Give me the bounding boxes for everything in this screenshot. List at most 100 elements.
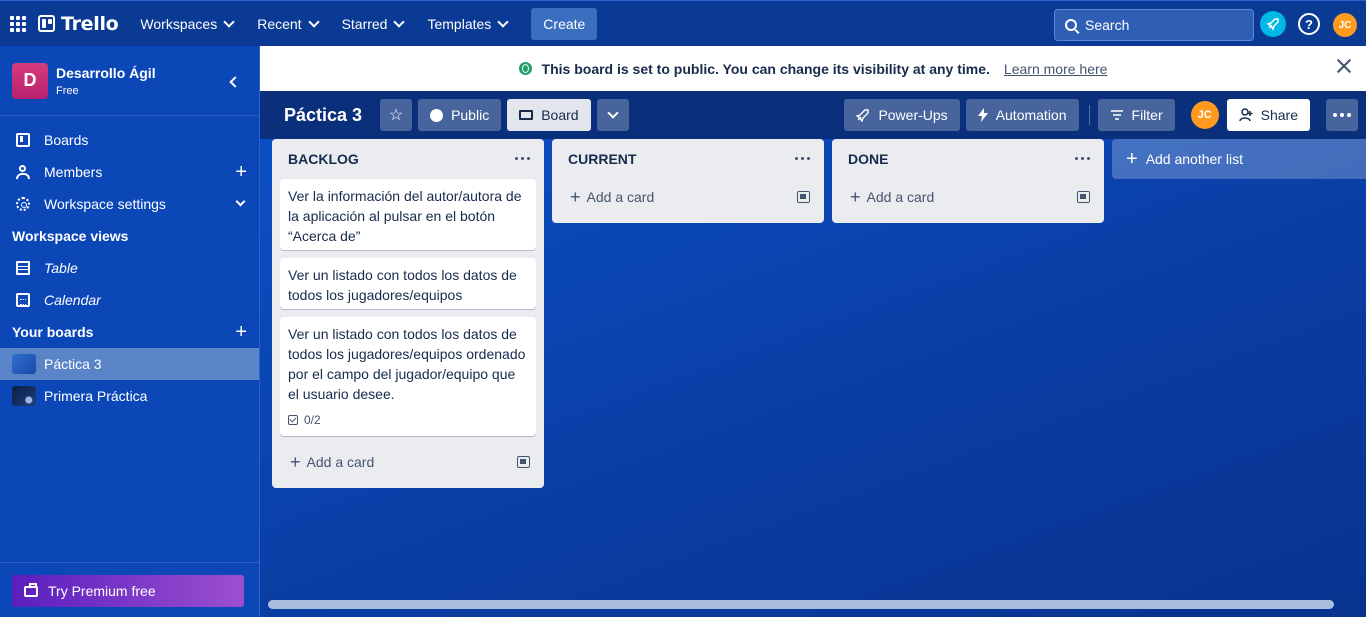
sidebar-item-workspace-settings[interactable]: Workspace settings: [0, 188, 259, 220]
add-card-button[interactable]: + Add a card: [280, 444, 536, 480]
list-actions-icon[interactable]: [1075, 157, 1090, 160]
board-title[interactable]: Páctica 3: [284, 105, 362, 126]
workspace-name[interactable]: Desarrollo Ágil: [56, 65, 156, 81]
card-template-icon[interactable]: [797, 191, 810, 203]
calendar-icon: [16, 293, 30, 307]
header-divider: [1088, 105, 1090, 125]
workspace-views-heading-label: Workspace views: [12, 228, 129, 244]
globe-icon: [518, 62, 532, 75]
filter-icon: [1110, 110, 1123, 120]
top-navigation: Trello Workspaces Recent Starred Templat…: [0, 0, 1366, 46]
sidebar-item-label: Calendar: [44, 292, 101, 308]
filter-button[interactable]: Filter: [1097, 99, 1175, 131]
workspace-plan: Free: [56, 84, 79, 97]
board-view-icon: [519, 110, 534, 120]
list-done: DONE + Add a card: [832, 139, 1104, 223]
collapse-sidebar-icon[interactable]: [223, 72, 247, 92]
sidebar-item-members[interactable]: Members +: [0, 156, 259, 188]
add-list-button[interactable]: + Add another list: [1112, 139, 1366, 179]
board-view-label: Board: [541, 107, 579, 123]
chevron-down-icon[interactable]: [235, 196, 246, 207]
sidebar-item-label: Members: [44, 164, 103, 180]
plus-icon: +: [570, 186, 581, 207]
share-label: Share: [1260, 107, 1298, 123]
sidebar-item-table[interactable]: Table: [0, 252, 259, 284]
sidebar-item-boards[interactable]: Boards: [0, 124, 259, 156]
brand-name: Trello: [61, 12, 119, 35]
board-header-actions: Power-Ups Automation Filter JC Share: [844, 99, 1366, 131]
list-actions-icon[interactable]: [795, 157, 810, 160]
visibility-button[interactable]: Public: [418, 99, 502, 131]
card[interactable]: Ver un listado con todos los datos de to…: [280, 317, 536, 436]
sidebar-item-calendar[interactable]: Calendar: [0, 284, 259, 316]
your-boards-heading: Your boards +: [0, 316, 259, 348]
close-icon[interactable]: [1336, 58, 1352, 74]
card-template-icon[interactable]: [517, 456, 530, 468]
add-card-button[interactable]: + Add a card: [560, 179, 816, 215]
card[interactable]: Ver un listado con todos los datos de to…: [280, 258, 536, 309]
add-member-icon[interactable]: +: [235, 162, 247, 182]
trello-logo-icon: [38, 15, 55, 32]
sidebar-board-item[interactable]: Primera Práctica: [0, 380, 259, 412]
try-premium-button[interactable]: Try Premium free: [12, 575, 244, 607]
chevron-down-icon: [393, 15, 406, 28]
list-actions-icon[interactable]: [515, 157, 530, 160]
list-title[interactable]: DONE: [848, 151, 888, 167]
filter-label: Filter: [1131, 107, 1163, 123]
list-header[interactable]: CURRENT: [560, 139, 816, 179]
board-view-button[interactable]: Board: [507, 99, 591, 131]
trello-logo[interactable]: Trello: [38, 12, 119, 35]
rocket-icon[interactable]: [1260, 11, 1286, 37]
board-header: Páctica 3 ☆ Public Board Power-Ups Autom…: [260, 91, 1366, 139]
add-card-label: Add a card: [586, 189, 655, 205]
member-avatar[interactable]: JC: [1190, 101, 1219, 129]
sidebar-board-label: Primera Práctica: [44, 388, 148, 404]
app-switcher-icon[interactable]: [10, 15, 28, 33]
rocket-glyph: [1266, 18, 1279, 31]
list-current: CURRENT + Add a card: [552, 139, 824, 223]
add-list-label: Add another list: [1145, 151, 1243, 167]
share-button[interactable]: Share: [1226, 99, 1310, 131]
power-ups-button[interactable]: Power-Ups: [844, 99, 960, 131]
starred-menu[interactable]: Starred: [332, 8, 414, 40]
view-switcher-button[interactable]: [596, 99, 629, 131]
your-boards-heading-label: Your boards: [12, 324, 94, 340]
list-title[interactable]: CURRENT: [568, 151, 636, 167]
workspace-avatar: D: [12, 62, 48, 99]
sidebar-divider: [0, 562, 260, 563]
card-text: Ver un listado con todos los datos de to…: [288, 267, 517, 303]
checklist-badge: 0/2: [288, 410, 528, 432]
list-header[interactable]: BACKLOG: [280, 139, 536, 179]
checklist-icon: [288, 415, 298, 425]
templates-menu[interactable]: Templates: [417, 8, 517, 40]
table-icon: [16, 261, 30, 275]
automation-button[interactable]: Automation: [965, 99, 1079, 131]
board-canvas: BACKLOG Ver la información del autor/aut…: [260, 139, 1366, 617]
starred-menu-label: Starred: [341, 15, 388, 32]
list-header[interactable]: DONE: [840, 139, 1096, 179]
learn-more-link[interactable]: Learn more here: [1004, 61, 1108, 77]
user-avatar[interactable]: JC: [1333, 13, 1357, 37]
briefcase-icon: [24, 582, 38, 597]
create-button[interactable]: Create: [531, 7, 598, 40]
help-icon[interactable]: ?: [1298, 13, 1320, 35]
list-title[interactable]: BACKLOG: [288, 151, 359, 167]
recent-menu[interactable]: Recent: [247, 8, 327, 40]
board-icon: [16, 133, 30, 147]
add-board-icon[interactable]: +: [235, 321, 247, 344]
rocket-icon: [856, 109, 870, 122]
star-board-button[interactable]: ☆: [380, 99, 413, 131]
sidebar-board-item[interactable]: Páctica 3: [0, 348, 259, 380]
horizontal-scrollbar[interactable]: [268, 600, 1334, 609]
card-template-icon[interactable]: [1077, 191, 1090, 203]
board-menu-button[interactable]: [1326, 99, 1358, 131]
add-card-label: Add a card: [866, 189, 935, 205]
search-placeholder: Search: [1085, 17, 1130, 33]
public-board-banner: This board is set to public. You can cha…: [260, 46, 1366, 91]
card[interactable]: Ver la información del autor/autora de l…: [280, 179, 536, 250]
workspaces-menu[interactable]: Workspaces: [130, 8, 243, 40]
workspace-views-heading: Workspace views: [0, 220, 259, 252]
globe-icon: [430, 108, 444, 122]
add-card-button[interactable]: + Add a card: [840, 179, 1096, 215]
search-input[interactable]: Search: [1054, 9, 1254, 41]
